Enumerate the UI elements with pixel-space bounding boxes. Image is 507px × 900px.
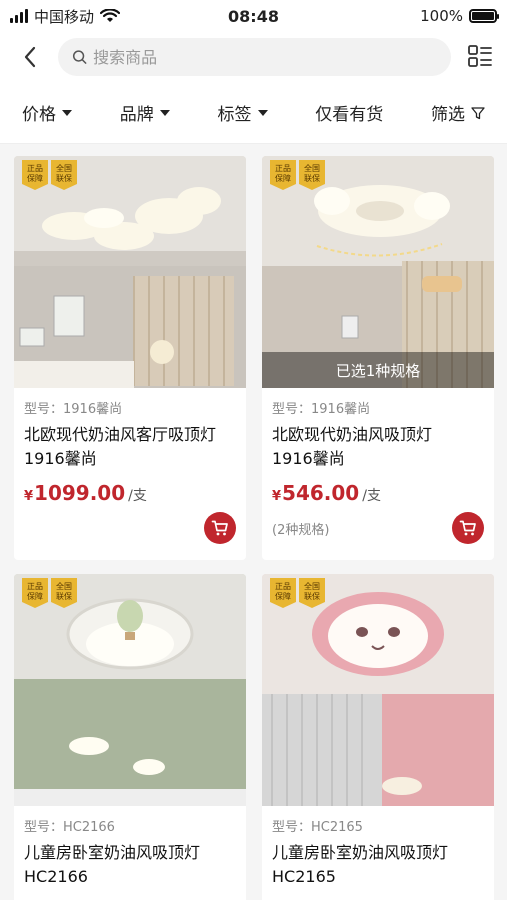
caret-down-icon bbox=[62, 109, 72, 116]
filter-label: 筛选 bbox=[431, 105, 465, 125]
filter-price[interactable]: 价格 bbox=[22, 100, 72, 125]
funnel-icon bbox=[471, 106, 485, 119]
product-title[interactable]: 北欧现代奶油风吸顶灯 1916馨尚 bbox=[272, 423, 484, 471]
carrier-label: 中国移动 bbox=[34, 7, 95, 26]
product-model: 型号：1916馨尚 bbox=[272, 402, 371, 417]
title-line: 儿童房卧室奶油风吸顶灯 bbox=[272, 843, 449, 862]
product-info: 型号：HC2165 儿童房卧室奶油风吸顶灯 HC2165 bbox=[262, 806, 494, 889]
product-title[interactable]: 北欧现代奶油风客厅吸顶灯 1916馨尚 bbox=[24, 423, 236, 471]
badges: 正品 保障 全国 联保 bbox=[22, 578, 77, 608]
title-line: HC2166 bbox=[24, 867, 88, 886]
add-to-cart-button[interactable] bbox=[204, 512, 236, 544]
badges: 正品 保障 全国 联保 bbox=[22, 160, 77, 190]
cart-icon bbox=[459, 520, 476, 536]
card-footer: (2种规格) bbox=[272, 512, 484, 544]
filter-label: 品牌 bbox=[119, 105, 154, 125]
filter-label: 仅看有货 bbox=[315, 105, 384, 125]
product-card[interactable]: 正品 保障 全国 联保 型号：1916馨尚 北欧现代奶油风客厅吸顶灯 1916馨尚 … bbox=[14, 156, 246, 560]
filter-brand[interactable]: 品牌 bbox=[120, 100, 170, 125]
search-icon bbox=[72, 50, 87, 64]
authentic-badge: 正品 保障 bbox=[270, 160, 296, 190]
product-model: 型号：HC2166 bbox=[24, 820, 115, 835]
title-line: 1916馨尚 bbox=[24, 449, 97, 468]
currency-symbol: ¥ bbox=[272, 489, 282, 504]
price-row: ¥ 546.00 /支 bbox=[272, 481, 484, 505]
list-view-icon bbox=[468, 45, 492, 67]
price-unit: /支 bbox=[128, 488, 147, 504]
search-header bbox=[0, 32, 507, 82]
status-right: 100% bbox=[420, 7, 499, 25]
product-image[interactable]: 正品 保障 全国 联保 bbox=[14, 156, 246, 388]
authentic-badge: 正品 保障 bbox=[270, 578, 296, 608]
badges: 正品 保障 全国 联保 bbox=[270, 578, 325, 608]
spec-count: (2种规格) bbox=[272, 522, 330, 538]
battery-percent: 100% bbox=[420, 7, 463, 25]
price-unit: /支 bbox=[362, 488, 381, 504]
product-card[interactable]: 正品 保障 全国 联保 型号：HC2166 儿童房卧室奶油风吸顶灯 HC2166 bbox=[14, 574, 246, 900]
battery-icon bbox=[469, 9, 499, 23]
product-model: 型号：1916馨尚 bbox=[24, 402, 123, 417]
product-info: 型号：HC2166 儿童房卧室奶油风吸顶灯 HC2166 bbox=[14, 806, 246, 889]
list-view-button[interactable] bbox=[465, 42, 495, 72]
title-line: 1916馨尚 bbox=[272, 449, 345, 468]
ceiling-lamp-photo bbox=[14, 574, 246, 806]
warranty-badge: 全国 联保 bbox=[51, 160, 77, 190]
product-info: 型号：1916馨尚 北欧现代奶油风客厅吸顶灯 1916馨尚 ¥ 1099.00 … bbox=[14, 388, 246, 505]
filter-bar: 价格 品牌 标签 仅看有货 筛选 bbox=[0, 82, 507, 144]
product-title[interactable]: 儿童房卧室奶油风吸顶灯 HC2165 bbox=[272, 841, 484, 889]
title-line: HC2165 bbox=[272, 867, 336, 886]
currency-symbol: ¥ bbox=[24, 489, 34, 504]
product-image[interactable]: 正品 保障 全国 联保 bbox=[262, 574, 494, 806]
title-line: 北欧现代奶油风客厅吸顶灯 bbox=[24, 425, 217, 444]
product-model: 型号：HC2165 bbox=[272, 820, 363, 835]
product-image[interactable]: 正品 保障 全国 联保 已选1种规格 bbox=[262, 156, 494, 388]
filter-label: 标签 bbox=[217, 105, 252, 125]
product-price: 546.00 bbox=[282, 481, 360, 505]
status-bar: 中国移动 08:48 100% bbox=[0, 0, 507, 32]
back-button[interactable] bbox=[12, 39, 48, 75]
selected-spec-overlay: 已选1种规格 bbox=[262, 352, 494, 388]
filter-in-stock[interactable]: 仅看有货 bbox=[315, 100, 383, 125]
product-card[interactable]: 正品 保障 全国 联保 已选1种规格 型号：1916馨尚 北欧现代奶油风吸顶灯 19… bbox=[262, 156, 494, 560]
search-bar[interactable] bbox=[58, 38, 451, 76]
signal-icon bbox=[10, 9, 28, 23]
search-input[interactable] bbox=[93, 47, 437, 67]
warranty-badge: 全国 联保 bbox=[299, 160, 325, 190]
product-card[interactable]: 正品 保障 全国 联保 型号：HC2165 儿童房卧室奶油风吸顶灯 HC2165 bbox=[262, 574, 494, 900]
status-left: 中国移动 bbox=[10, 6, 121, 27]
add-to-cart-button[interactable] bbox=[452, 512, 484, 544]
filter-more[interactable]: 筛选 bbox=[431, 100, 485, 125]
card-footer bbox=[24, 512, 236, 544]
ceiling-lamp-photo bbox=[262, 574, 494, 806]
product-info: 型号：1916馨尚 北欧现代奶油风吸顶灯 1916馨尚 ¥ 546.00 /支 bbox=[262, 388, 494, 505]
filter-label: 价格 bbox=[22, 105, 56, 125]
badges: 正品 保障 全国 联保 bbox=[270, 160, 325, 190]
caret-down-icon bbox=[159, 109, 170, 116]
warranty-badge: 全国 联保 bbox=[299, 578, 325, 608]
authentic-badge: 正品 保障 bbox=[22, 160, 48, 190]
wifi-icon bbox=[100, 9, 121, 22]
product-title[interactable]: 儿童房卧室奶油风吸顶灯 HC2166 bbox=[24, 841, 236, 889]
caret-down-icon bbox=[257, 109, 268, 116]
price-row: ¥ 1099.00 /支 bbox=[24, 481, 236, 505]
warranty-badge: 全国 联保 bbox=[51, 578, 77, 608]
title-line: 北欧现代奶油风吸顶灯 bbox=[272, 425, 433, 444]
product-price: 1099.00 bbox=[34, 481, 126, 505]
filter-tag[interactable]: 标签 bbox=[218, 100, 268, 125]
authentic-badge: 正品 保障 bbox=[22, 578, 48, 608]
cart-icon bbox=[211, 520, 228, 536]
product-image[interactable]: 正品 保障 全国 联保 bbox=[14, 574, 246, 806]
ceiling-lamp-photo bbox=[14, 156, 246, 388]
title-line: 儿童房卧室奶油风吸顶灯 bbox=[24, 843, 201, 862]
chevron-left-icon bbox=[24, 46, 36, 68]
